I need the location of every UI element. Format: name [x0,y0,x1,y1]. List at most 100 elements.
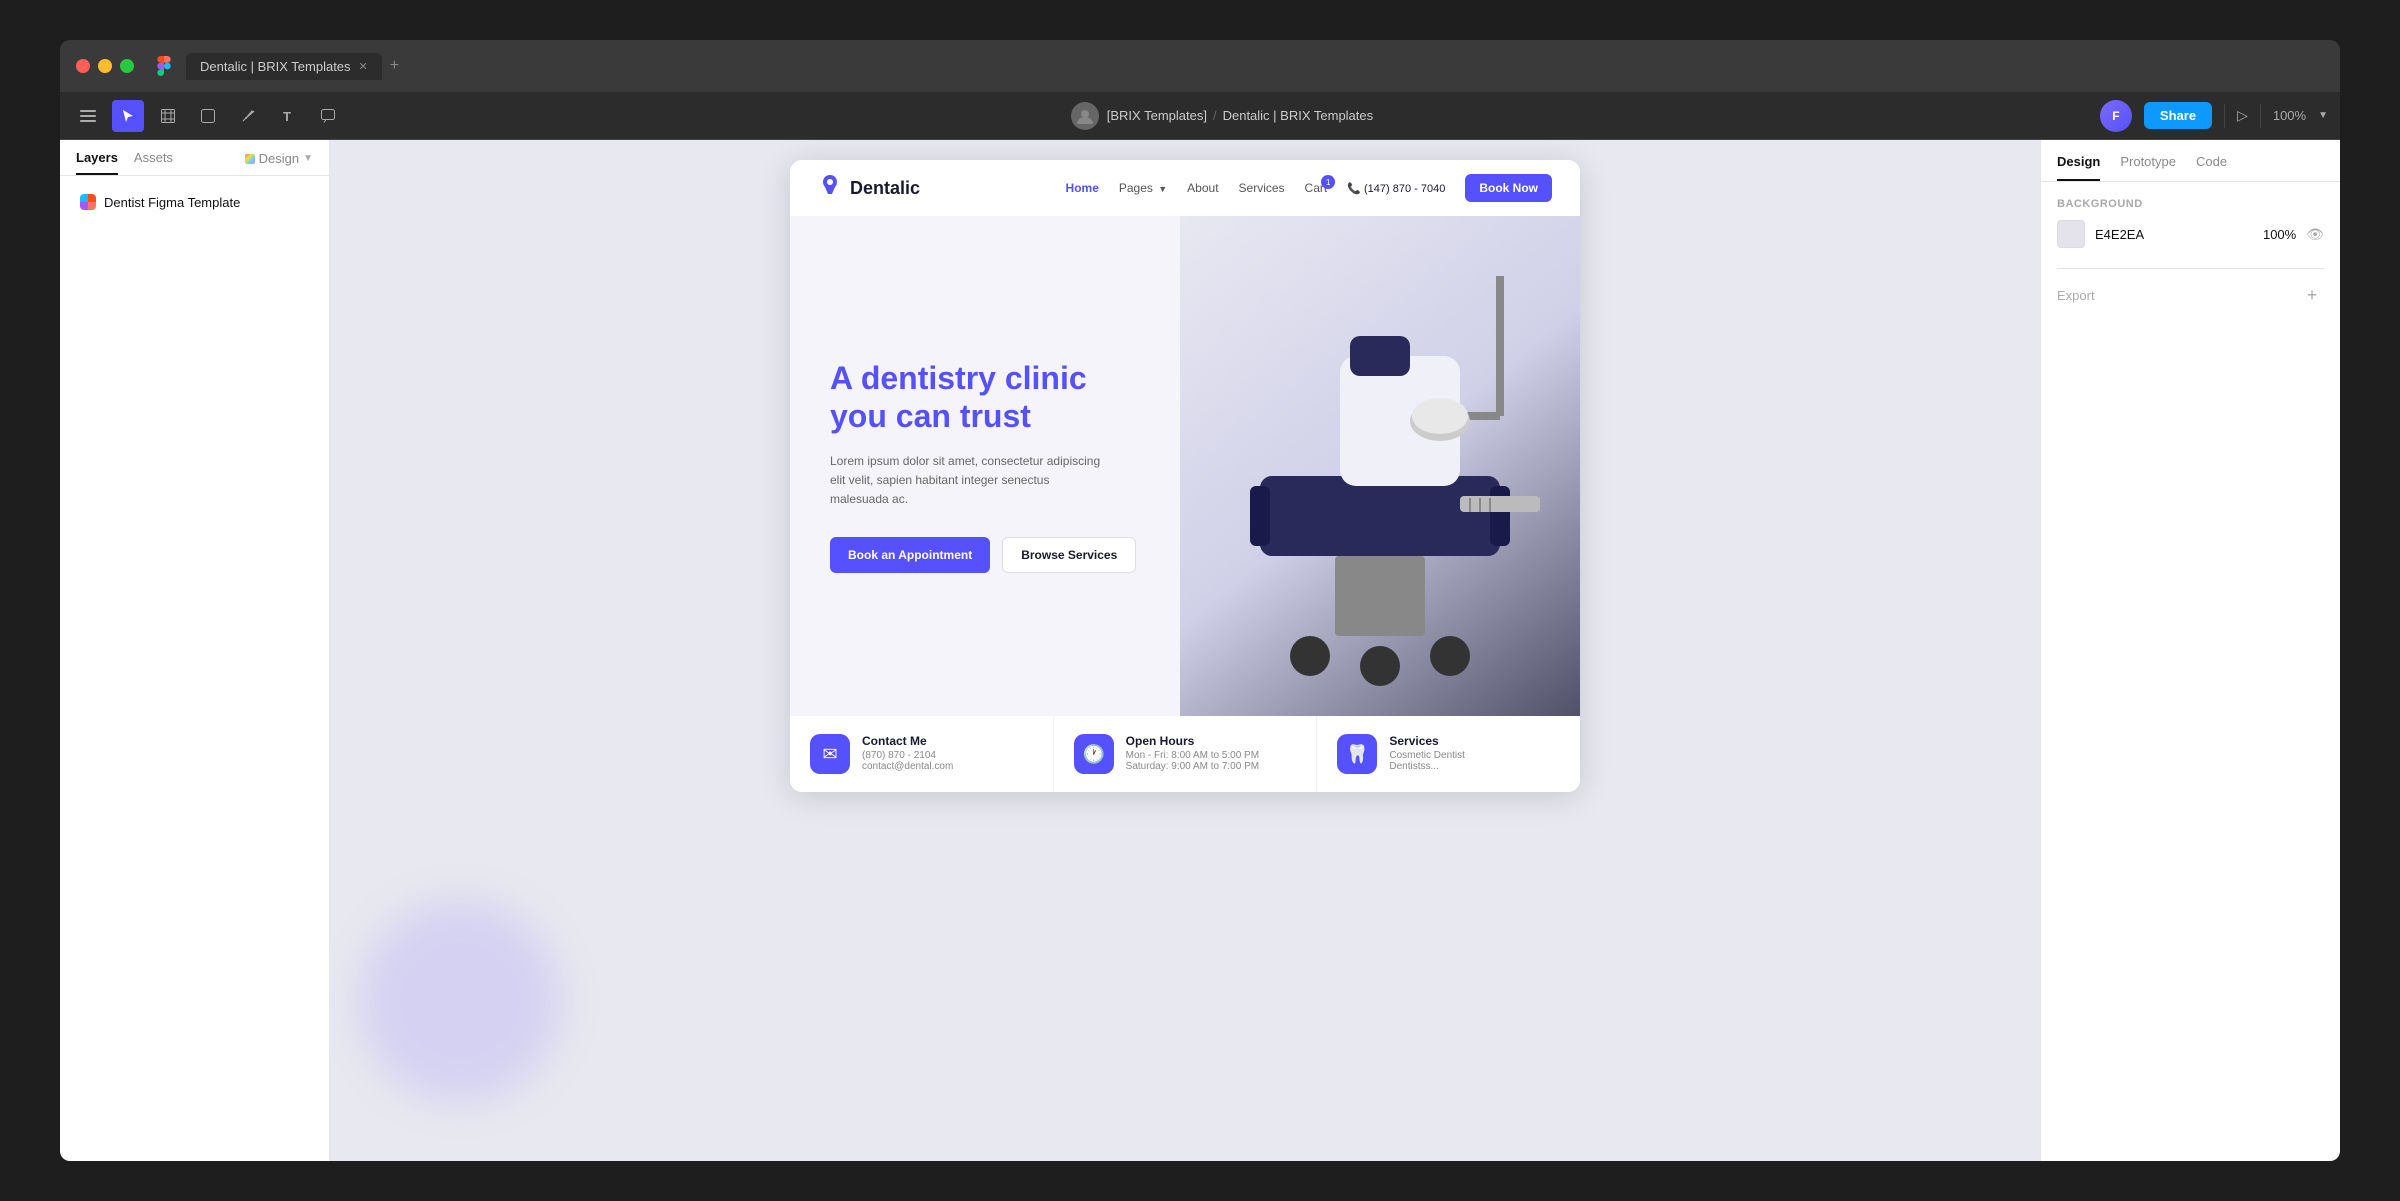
bg-hex-value[interactable]: E4E2EA [2095,227,2253,242]
browse-services-button[interactable]: Browse Services [1002,537,1136,573]
info-card-hours: 🕐 Open Hours Mon - Fri: 8:00 AM to 5:00 … [1054,716,1318,792]
nav-links: Home Pages ▼ About Services Cart 1 📞 (14 [1066,174,1552,202]
svg-text:T: T [283,109,291,123]
website-preview: Dentalic Home Pages ▼ About Services Car… [790,160,1580,792]
frame-tool[interactable] [152,100,184,132]
tab-code[interactable]: Code [2196,154,2227,181]
services-item2: Dentistss... [1389,761,1465,772]
comment-tool[interactable] [312,100,344,132]
services-icon: 🦷 [1337,734,1377,774]
nav-cart[interactable]: Cart 1 [1305,181,1328,195]
breadcrumb-team: [BRIX Templates] [1107,108,1207,123]
hero-subtitle: Lorem ipsum dolor sit amet, consectetur … [830,452,1110,510]
nav-pages[interactable]: Pages ▼ [1119,181,1167,195]
hours-saturday: Saturday: 9:00 AM to 7:00 PM [1126,761,1259,772]
services-item1: Cosmetic Dentist [1389,750,1465,761]
background-label: Background [2057,198,2324,210]
browser-tab[interactable]: Dentalic | BRIX Templates ✕ [186,53,382,80]
traffic-lights [76,59,134,73]
maximize-button[interactable] [120,59,134,73]
shape-tool[interactable] [192,100,224,132]
share-button[interactable]: Share [2144,102,2212,129]
zoom-level[interactable]: 100% [2273,108,2306,123]
hours-weekday: Mon - Fri: 8:00 AM to 5:00 PM [1126,750,1259,761]
hero-right [1180,216,1580,716]
new-tab-button[interactable]: + [382,57,407,75]
nav-phone: 📞 (147) 870 - 7040 [1347,182,1445,195]
close-button[interactable] [76,59,90,73]
info-cards: ✉ Contact Me (870) 870 - 2104 contact@de… [790,716,1580,792]
book-appointment-button[interactable]: Book an Appointment [830,537,990,573]
panel-tabs: Layers Assets Design ▼ [60,140,329,176]
contact-content: Contact Me (870) 870 - 2104 contact@dent… [862,734,953,772]
figma-file-icon [80,194,96,210]
right-panel-content: Background E4E2EA 100% 👁 Export + [2041,182,2340,323]
hero-buttons: Book an Appointment Browse Services [830,537,1140,573]
bg-opacity-value[interactable]: 100% [2263,227,2296,242]
toolbar-separator [2224,104,2225,128]
select-tool[interactable] [112,100,144,132]
right-panel-tabs: Design Prototype Code [2041,140,2340,182]
canvas-decoration [360,901,560,1101]
menu-button[interactable] [72,100,104,132]
main-layout: Layers Assets Design ▼ Dentist Figma Tem… [60,140,2340,1161]
tab-area: Dentalic | BRIX Templates ✕ + [186,53,2324,80]
background-section: Background E4E2EA 100% 👁 [2057,198,2324,248]
toolbar-separator-2 [2260,104,2261,128]
logo-icon [818,173,842,203]
info-card-services: 🦷 Services Cosmetic Dentist Dentistss... [1317,716,1580,792]
panel-divider [2057,268,2324,269]
contact-icon: ✉ [810,734,850,774]
nav-home[interactable]: Home [1066,181,1099,195]
pages-chevron: ▼ [1158,184,1167,194]
hours-icon: 🕐 [1074,734,1114,774]
panel-content: Dentist Figma Template [60,176,329,1161]
hero-title: A dentistry clinic you can trust [830,359,1140,436]
tab-layers[interactable]: Layers [76,150,118,175]
design-chevron: ▼ [303,153,313,164]
nav-services[interactable]: Services [1239,181,1285,195]
figma-icon [154,56,174,76]
contact-email: contact@dental.com [862,761,953,772]
hours-content: Open Hours Mon - Fri: 8:00 AM to 5:00 PM… [1126,734,1259,772]
toolbar: T [BRIX Templates] / Dentalic | BRIX Tem… [60,92,2340,140]
canvas[interactable]: Dentalic Home Pages ▼ About Services Car… [330,140,2040,1161]
info-card-contact: ✉ Contact Me (870) 870 - 2104 contact@de… [790,716,1054,792]
layer-item-dentist[interactable]: Dentist Figma Template [72,188,317,216]
export-add-button[interactable]: + [2300,283,2324,307]
hero-title-highlight: dentistry clinic [861,360,1087,396]
zoom-chevron[interactable]: ▼ [2318,110,2328,121]
visibility-icon[interactable]: 👁 [2306,226,2324,243]
tab-assets[interactable]: Assets [134,150,173,175]
site-logo: Dentalic [818,173,920,203]
text-tool[interactable]: T [272,100,304,132]
hero-left: A dentistry clinic you can trust Lorem i… [790,216,1180,716]
right-panel: Design Prototype Code Background E4E2EA … [2040,140,2340,1161]
collaborator-avatar: F [2100,100,2132,132]
tab-close-icon[interactable]: ✕ [359,60,368,73]
tab-prototype[interactable]: Prototype [2120,154,2176,181]
pen-tool[interactable] [232,100,264,132]
play-button[interactable]: ▷ [2237,107,2248,124]
services-title: Services [1389,734,1465,748]
hours-title: Open Hours [1126,734,1259,748]
toolbar-right: F Share ▷ 100% ▼ [2100,100,2328,132]
export-section: Export + [2057,283,2324,307]
export-label: Export [2057,288,2095,303]
brand-name: Dentalic [850,178,920,199]
breadcrumb-file: Dentalic | BRIX Templates [1223,108,1374,123]
design-tag[interactable]: Design ▼ [245,150,313,175]
tab-design[interactable]: Design [2057,154,2100,181]
toolbar-center: [BRIX Templates] / Dentalic | BRIX Templ… [352,102,2092,130]
bg-color-swatch[interactable] [2057,220,2085,248]
left-panel: Layers Assets Design ▼ Dentist Figma Tem… [60,140,330,1161]
nav-about[interactable]: About [1187,181,1218,195]
cart-badge: 1 [1321,175,1335,189]
layer-label: Dentist Figma Template [104,195,240,210]
contact-phone: (870) 870 - 2104 [862,750,953,761]
dental-chair-image [1180,216,1580,716]
nav-book-button[interactable]: Book Now [1465,174,1552,202]
contact-title: Contact Me [862,734,953,748]
minimize-button[interactable] [98,59,112,73]
user-avatar [1071,102,1099,130]
